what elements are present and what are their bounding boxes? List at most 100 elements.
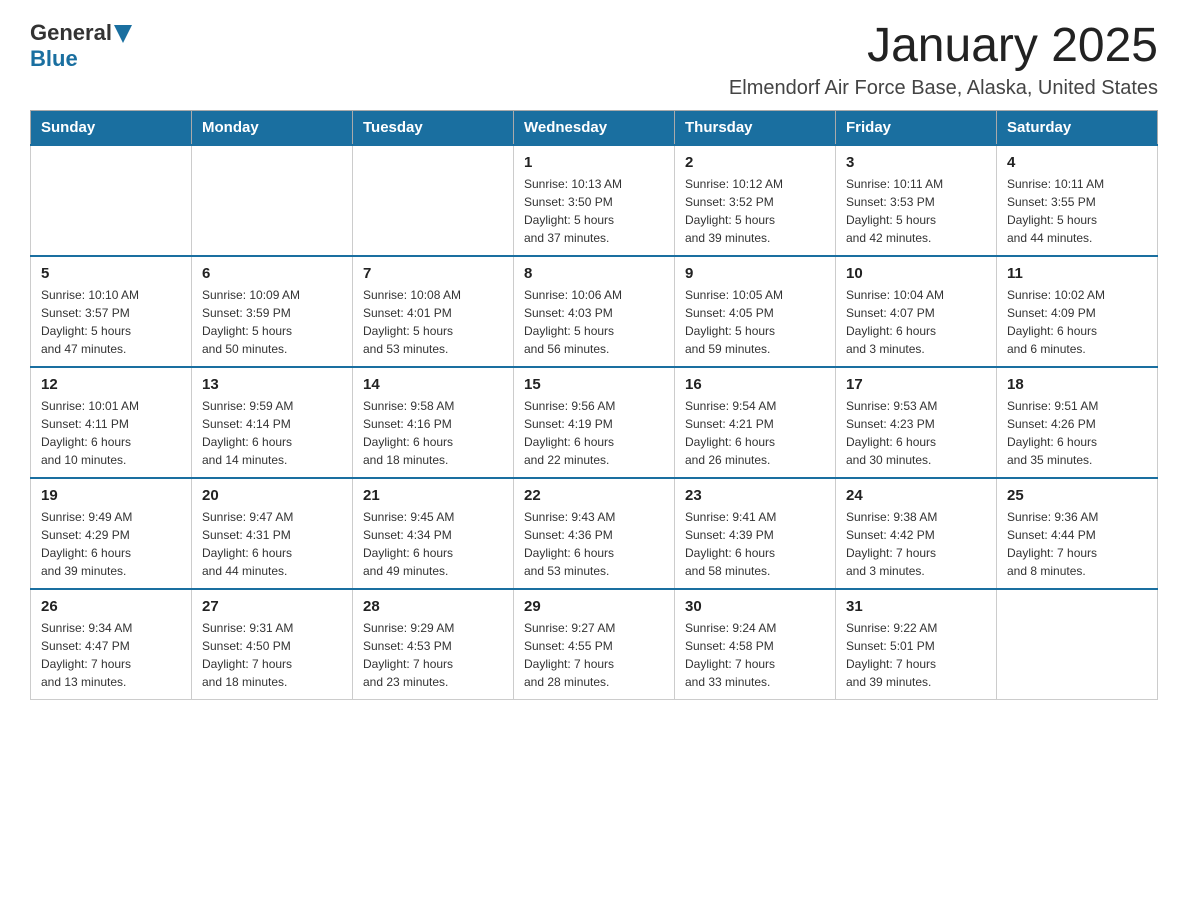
day-info: Sunrise: 9:49 AM Sunset: 4:29 PM Dayligh… bbox=[41, 508, 181, 580]
location-title: Elmendorf Air Force Base, Alaska, United… bbox=[729, 77, 1158, 100]
title-area: January 2025 Elmendorf Air Force Base, A… bbox=[729, 20, 1158, 100]
logo-triangle-icon bbox=[114, 25, 132, 43]
day-info: Sunrise: 9:38 AM Sunset: 4:42 PM Dayligh… bbox=[846, 508, 986, 580]
day-number: 22 bbox=[524, 487, 664, 504]
calendar-day-cell: 7 Sunrise: 10:08 AM Sunset: 4:01 PM Dayli… bbox=[353, 256, 514, 367]
day-number: 27 bbox=[202, 598, 342, 615]
day-of-week-header: Wednesday bbox=[514, 110, 675, 145]
calendar-week-row: 5 Sunrise: 10:10 AM Sunset: 3:57 PM Dayli… bbox=[31, 256, 1158, 367]
day-number: 19 bbox=[41, 487, 181, 504]
day-number: 7 bbox=[363, 265, 503, 282]
day-info: Sunrise: 9:53 AM Sunset: 4:23 PM Dayligh… bbox=[846, 397, 986, 469]
month-title: January 2025 bbox=[729, 20, 1158, 73]
calendar-day-cell bbox=[997, 589, 1158, 700]
calendar-day-cell: 11Sunrise: 10:02 AM Sunset: 4:09 PM Dayl… bbox=[997, 256, 1158, 367]
day-info: Sunrise: 9:24 AM Sunset: 4:58 PM Dayligh… bbox=[685, 619, 825, 691]
day-info: Sunrise: 10:09 AM Sunset: 3:59 PM Daylig… bbox=[202, 286, 342, 358]
day-info: Sunrise: 10:11 AM Sunset: 3:53 PM Daylig… bbox=[846, 175, 986, 247]
day-number: 23 bbox=[685, 487, 825, 504]
day-info: Sunrise: 9:36 AM Sunset: 4:44 PM Dayligh… bbox=[1007, 508, 1147, 580]
day-info: Sunrise: 9:27 AM Sunset: 4:55 PM Dayligh… bbox=[524, 619, 664, 691]
day-number: 2 bbox=[685, 154, 825, 171]
day-number: 25 bbox=[1007, 487, 1147, 504]
calendar-day-cell: 5 Sunrise: 10:10 AM Sunset: 3:57 PM Dayli… bbox=[31, 256, 192, 367]
day-of-week-header: Tuesday bbox=[353, 110, 514, 145]
day-info: Sunrise: 10:10 AM Sunset: 3:57 PM Daylig… bbox=[41, 286, 181, 358]
day-info: Sunrise: 10:04 AM Sunset: 4:07 PM Daylig… bbox=[846, 286, 986, 358]
day-number: 11 bbox=[1007, 265, 1147, 282]
calendar-day-cell bbox=[192, 145, 353, 256]
calendar-day-cell: 2 Sunrise: 10:12 AM Sunset: 3:52 PM Dayli… bbox=[675, 145, 836, 256]
calendar-day-cell: 9 Sunrise: 10:05 AM Sunset: 4:05 PM Dayli… bbox=[675, 256, 836, 367]
day-number: 17 bbox=[846, 376, 986, 393]
calendar-day-cell: 1 Sunrise: 10:13 AM Sunset: 3:50 PM Dayli… bbox=[514, 145, 675, 256]
calendar-body: 1 Sunrise: 10:13 AM Sunset: 3:50 PM Dayli… bbox=[31, 145, 1158, 700]
day-number: 21 bbox=[363, 487, 503, 504]
day-info: Sunrise: 9:58 AM Sunset: 4:16 PM Dayligh… bbox=[363, 397, 503, 469]
day-info: Sunrise: 10:12 AM Sunset: 3:52 PM Daylig… bbox=[685, 175, 825, 247]
day-info: Sunrise: 10:06 AM Sunset: 4:03 PM Daylig… bbox=[524, 286, 664, 358]
logo-blue-text: Blue bbox=[30, 46, 132, 72]
calendar-day-cell: 12Sunrise: 10:01 AM Sunset: 4:11 PM Dayl… bbox=[31, 367, 192, 478]
calendar-week-row: 19 Sunrise: 9:49 AM Sunset: 4:29 PM Dayli… bbox=[31, 478, 1158, 589]
calendar-week-row: 1 Sunrise: 10:13 AM Sunset: 3:50 PM Dayli… bbox=[31, 145, 1158, 256]
calendar-day-cell: 3Sunrise: 10:11 AM Sunset: 3:53 PM Dayli… bbox=[836, 145, 997, 256]
day-info: Sunrise: 9:22 AM Sunset: 5:01 PM Dayligh… bbox=[846, 619, 986, 691]
day-number: 31 bbox=[846, 598, 986, 615]
day-number: 8 bbox=[524, 265, 664, 282]
day-info: Sunrise: 9:56 AM Sunset: 4:19 PM Dayligh… bbox=[524, 397, 664, 469]
day-number: 14 bbox=[363, 376, 503, 393]
calendar-day-cell: 24Sunrise: 9:38 AM Sunset: 4:42 PM Dayli… bbox=[836, 478, 997, 589]
calendar-day-cell: 28 Sunrise: 9:29 AM Sunset: 4:53 PM Dayli… bbox=[353, 589, 514, 700]
calendar-day-cell: 8 Sunrise: 10:06 AM Sunset: 4:03 PM Dayli… bbox=[514, 256, 675, 367]
day-info: Sunrise: 9:34 AM Sunset: 4:47 PM Dayligh… bbox=[41, 619, 181, 691]
calendar-day-cell: 19 Sunrise: 9:49 AM Sunset: 4:29 PM Dayli… bbox=[31, 478, 192, 589]
day-info: Sunrise: 9:54 AM Sunset: 4:21 PM Dayligh… bbox=[685, 397, 825, 469]
calendar-day-cell: 20Sunrise: 9:47 AM Sunset: 4:31 PM Dayli… bbox=[192, 478, 353, 589]
day-number: 4 bbox=[1007, 154, 1147, 171]
calendar-day-cell: 13Sunrise: 9:59 AM Sunset: 4:14 PM Dayli… bbox=[192, 367, 353, 478]
day-info: Sunrise: 9:45 AM Sunset: 4:34 PM Dayligh… bbox=[363, 508, 503, 580]
calendar-day-cell: 29 Sunrise: 9:27 AM Sunset: 4:55 PM Dayli… bbox=[514, 589, 675, 700]
calendar-day-cell: 16 Sunrise: 9:54 AM Sunset: 4:21 PM Dayli… bbox=[675, 367, 836, 478]
day-number: 15 bbox=[524, 376, 664, 393]
calendar-day-cell: 4 Sunrise: 10:11 AM Sunset: 3:55 PM Dayli… bbox=[997, 145, 1158, 256]
calendar-day-cell: 18Sunrise: 9:51 AM Sunset: 4:26 PM Dayli… bbox=[997, 367, 1158, 478]
calendar-day-cell: 31 Sunrise: 9:22 AM Sunset: 5:01 PM Dayli… bbox=[836, 589, 997, 700]
day-number: 13 bbox=[202, 376, 342, 393]
day-number: 16 bbox=[685, 376, 825, 393]
day-number: 5 bbox=[41, 265, 181, 282]
calendar-day-cell: 30 Sunrise: 9:24 AM Sunset: 4:58 PM Dayli… bbox=[675, 589, 836, 700]
calendar-day-cell: 26 Sunrise: 9:34 AM Sunset: 4:47 PM Dayli… bbox=[31, 589, 192, 700]
day-info: Sunrise: 10:11 AM Sunset: 3:55 PM Daylig… bbox=[1007, 175, 1147, 247]
day-number: 12 bbox=[41, 376, 181, 393]
calendar-day-cell: 6Sunrise: 10:09 AM Sunset: 3:59 PM Dayli… bbox=[192, 256, 353, 367]
calendar-day-cell: 14 Sunrise: 9:58 AM Sunset: 4:16 PM Dayli… bbox=[353, 367, 514, 478]
calendar-day-cell: 17 Sunrise: 9:53 AM Sunset: 4:23 PM Dayli… bbox=[836, 367, 997, 478]
logo-general-text: General bbox=[30, 20, 112, 46]
day-number: 30 bbox=[685, 598, 825, 615]
calendar-day-cell: 10 Sunrise: 10:04 AM Sunset: 4:07 PM Dayl… bbox=[836, 256, 997, 367]
day-of-week-header: Saturday bbox=[997, 110, 1158, 145]
days-of-week-row: SundayMondayTuesdayWednesdayThursdayFrid… bbox=[31, 110, 1158, 145]
day-info: Sunrise: 9:29 AM Sunset: 4:53 PM Dayligh… bbox=[363, 619, 503, 691]
day-number: 28 bbox=[363, 598, 503, 615]
day-number: 9 bbox=[685, 265, 825, 282]
calendar-day-cell: 27Sunrise: 9:31 AM Sunset: 4:50 PM Dayli… bbox=[192, 589, 353, 700]
day-number: 29 bbox=[524, 598, 664, 615]
day-number: 26 bbox=[41, 598, 181, 615]
calendar-day-cell: 22 Sunrise: 9:43 AM Sunset: 4:36 PM Dayli… bbox=[514, 478, 675, 589]
day-info: Sunrise: 10:08 AM Sunset: 4:01 PM Daylig… bbox=[363, 286, 503, 358]
day-number: 10 bbox=[846, 265, 986, 282]
day-info: Sunrise: 10:05 AM Sunset: 4:05 PM Daylig… bbox=[685, 286, 825, 358]
calendar-table: SundayMondayTuesdayWednesdayThursdayFrid… bbox=[30, 110, 1158, 700]
page-header: General Blue January 2025 Elmendorf Air … bbox=[30, 20, 1158, 100]
day-info: Sunrise: 9:51 AM Sunset: 4:26 PM Dayligh… bbox=[1007, 397, 1147, 469]
day-number: 20 bbox=[202, 487, 342, 504]
day-info: Sunrise: 9:41 AM Sunset: 4:39 PM Dayligh… bbox=[685, 508, 825, 580]
day-info: Sunrise: 9:43 AM Sunset: 4:36 PM Dayligh… bbox=[524, 508, 664, 580]
day-info: Sunrise: 10:13 AM Sunset: 3:50 PM Daylig… bbox=[524, 175, 664, 247]
day-of-week-header: Sunday bbox=[31, 110, 192, 145]
day-number: 1 bbox=[524, 154, 664, 171]
logo: General Blue bbox=[30, 20, 132, 72]
